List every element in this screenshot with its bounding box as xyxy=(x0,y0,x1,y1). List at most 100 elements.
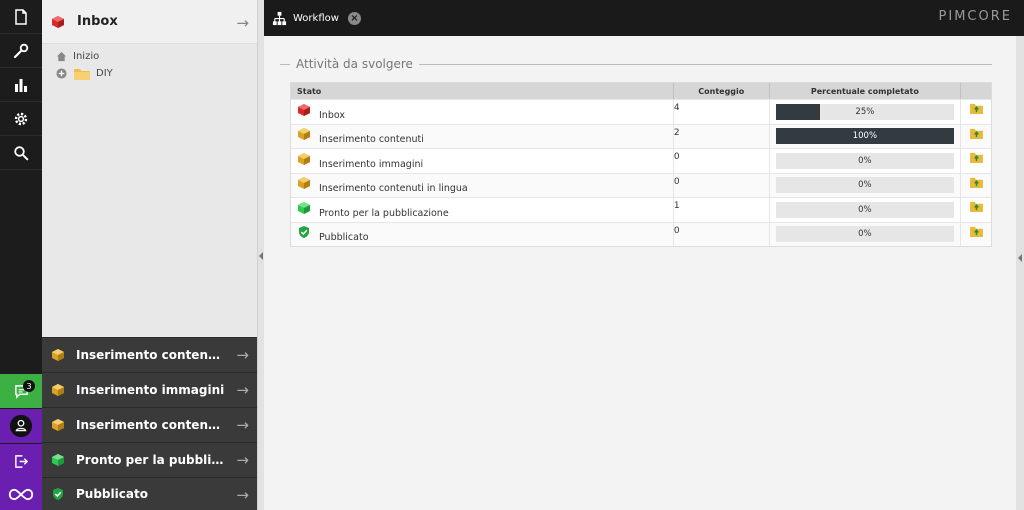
stato-label: Inserimento contenuti xyxy=(319,134,424,145)
progress-bar: 0% xyxy=(775,201,954,218)
arrow-right-icon[interactable]: → xyxy=(236,486,249,504)
gear-icon[interactable] xyxy=(0,102,42,136)
tasks-grid: Stato Conteggio Percentuale completato I… xyxy=(290,82,992,247)
cell-conteggio: 1 xyxy=(674,198,770,222)
tree-panel-header[interactable]: Inbox → xyxy=(42,0,257,44)
progress-bar: 0% xyxy=(775,152,954,169)
close-icon[interactable]: × xyxy=(347,11,361,25)
cell-actions xyxy=(961,198,991,222)
notification-count-badge: 3 xyxy=(23,380,35,392)
green-cube-icon xyxy=(298,201,310,214)
progress-label: 0% xyxy=(858,180,872,191)
cell-actions xyxy=(961,223,991,247)
table-row[interactable]: Inbox 4 25% xyxy=(291,99,991,124)
accordion-label: Inserimento contenuti xyxy=(76,348,226,362)
progress-label: 0% xyxy=(858,204,872,215)
tab-workflow[interactable]: Workflow × xyxy=(264,0,364,36)
progress-label: 0% xyxy=(858,229,872,240)
bar-chart-icon[interactable] xyxy=(0,68,42,102)
accordion-inserimento-immagini[interactable]: Inserimento immagini → xyxy=(42,372,257,407)
search-icon[interactable] xyxy=(0,136,42,170)
cell-actions xyxy=(961,125,991,149)
accordion-inserimento-contenuti-in-lingua[interactable]: Inserimento contenuti in lingua → xyxy=(42,407,257,442)
cell-stato: Pubblicato xyxy=(291,222,674,246)
workflow-main-panel: Attività da svolgere Stato Conteggio Per… xyxy=(264,36,1016,510)
left-panel-splitter[interactable] xyxy=(257,0,264,510)
table-row[interactable]: Pubblicato 0 0% xyxy=(291,221,991,247)
cell-stato: Inserimento immagini xyxy=(291,149,674,173)
progress-bar: 0% xyxy=(775,177,954,194)
table-row[interactable]: Pronto per la pubblicazione 1 0% xyxy=(291,197,991,222)
logout-button[interactable] xyxy=(0,444,42,478)
table-row[interactable]: Inserimento contenuti in lingua 0 0% xyxy=(291,172,991,198)
stato-label: Pronto per la pubblicazione xyxy=(319,207,449,219)
fieldset-title: Attività da svolgere xyxy=(296,57,413,71)
expand-plus-icon[interactable] xyxy=(54,68,68,80)
logout-icon xyxy=(14,454,28,468)
tree-panel-title: Inbox xyxy=(77,14,118,29)
accordion-label: Pronto per la pubblicazione xyxy=(76,453,226,467)
check-shield-icon xyxy=(53,488,63,500)
collapse-right-icon[interactable] xyxy=(1018,254,1022,262)
cell-percentuale: 100% xyxy=(770,124,962,148)
accordion-label: Inserimento contenuti in lingua xyxy=(76,418,226,432)
arrow-right-icon[interactable]: → xyxy=(236,451,249,469)
folder-icon xyxy=(73,68,91,80)
arrow-right-icon[interactable]: → xyxy=(236,416,249,434)
accordion-pronto-per-la-pubblicazione[interactable]: Pronto per la pubblicazione → xyxy=(42,442,257,477)
document-icon[interactable] xyxy=(0,0,42,34)
main-menu-rail: 3 xyxy=(0,0,42,510)
accordion-label: Pubblicato xyxy=(76,487,148,501)
open-folder-icon[interactable] xyxy=(969,226,983,237)
arrow-right-icon[interactable]: → xyxy=(236,381,249,399)
column-header-percentuale[interactable]: Percentuale completato xyxy=(770,83,962,99)
open-folder-icon[interactable] xyxy=(969,152,983,163)
tree-item-inizio[interactable]: Inizio xyxy=(54,48,257,65)
open-folder-icon[interactable] xyxy=(969,103,983,114)
cell-stato: Inbox xyxy=(291,100,674,124)
red-cube-icon xyxy=(52,15,64,28)
progress-bar: 0% xyxy=(775,226,954,243)
cell-conteggio: 0 xyxy=(674,173,770,197)
column-header-stato[interactable]: Stato xyxy=(291,83,674,99)
tree: Inizio DIY xyxy=(42,44,257,82)
tab-bar: Workflow × PIMCORE xyxy=(264,0,1024,36)
tree-item-diy[interactable]: DIY xyxy=(54,65,257,82)
cell-stato: Pronto per la pubblicazione xyxy=(291,198,674,222)
notifications-button[interactable]: 3 xyxy=(0,374,42,408)
open-folder-icon[interactable] xyxy=(969,177,983,188)
stato-label: Inserimento immagini xyxy=(319,158,424,170)
column-header-conteggio[interactable]: Conteggio xyxy=(674,83,770,99)
table-row[interactable]: Inserimento contenuti 2 100% xyxy=(291,123,991,149)
cell-actions xyxy=(961,174,991,198)
cell-percentuale: 0% xyxy=(770,198,962,222)
accordion-pubblicato[interactable]: Pubblicato → xyxy=(42,477,257,510)
cell-percentuale: 0% xyxy=(770,173,962,197)
gold-cube-icon xyxy=(52,349,64,361)
cell-stato: Inserimento contenuti xyxy=(291,124,674,148)
pimcore-logo-button[interactable] xyxy=(0,478,42,510)
pimcore-logo: PIMCORE xyxy=(938,9,1012,24)
wrench-icon[interactable] xyxy=(0,34,42,68)
right-panel-splitter[interactable] xyxy=(1016,36,1024,510)
gold-cube-icon xyxy=(298,177,310,189)
cell-percentuale: 0% xyxy=(770,222,962,246)
open-folder-icon[interactable] xyxy=(969,128,983,139)
open-folder-icon[interactable] xyxy=(969,201,983,212)
progress-label: 0% xyxy=(858,155,872,166)
home-icon xyxy=(54,51,68,63)
cell-actions xyxy=(961,100,991,124)
progress-bar: 100% xyxy=(775,128,954,145)
cell-conteggio: 0 xyxy=(674,149,770,173)
grid-header: Stato Conteggio Percentuale completato xyxy=(291,83,991,99)
accordion-inserimento-contenuti[interactable]: Inserimento contenuti → xyxy=(42,337,257,372)
gold-cube-icon xyxy=(298,128,310,140)
table-row[interactable]: Inserimento immagini 0 0% xyxy=(291,148,991,173)
divider xyxy=(280,63,290,65)
arrow-right-icon[interactable]: → xyxy=(236,14,249,32)
arrow-right-icon[interactable]: → xyxy=(236,346,249,364)
collapse-left-icon[interactable] xyxy=(259,252,263,260)
cell-actions xyxy=(961,149,991,173)
tab-label: Workflow xyxy=(293,12,339,24)
user-profile-button[interactable] xyxy=(0,409,42,443)
